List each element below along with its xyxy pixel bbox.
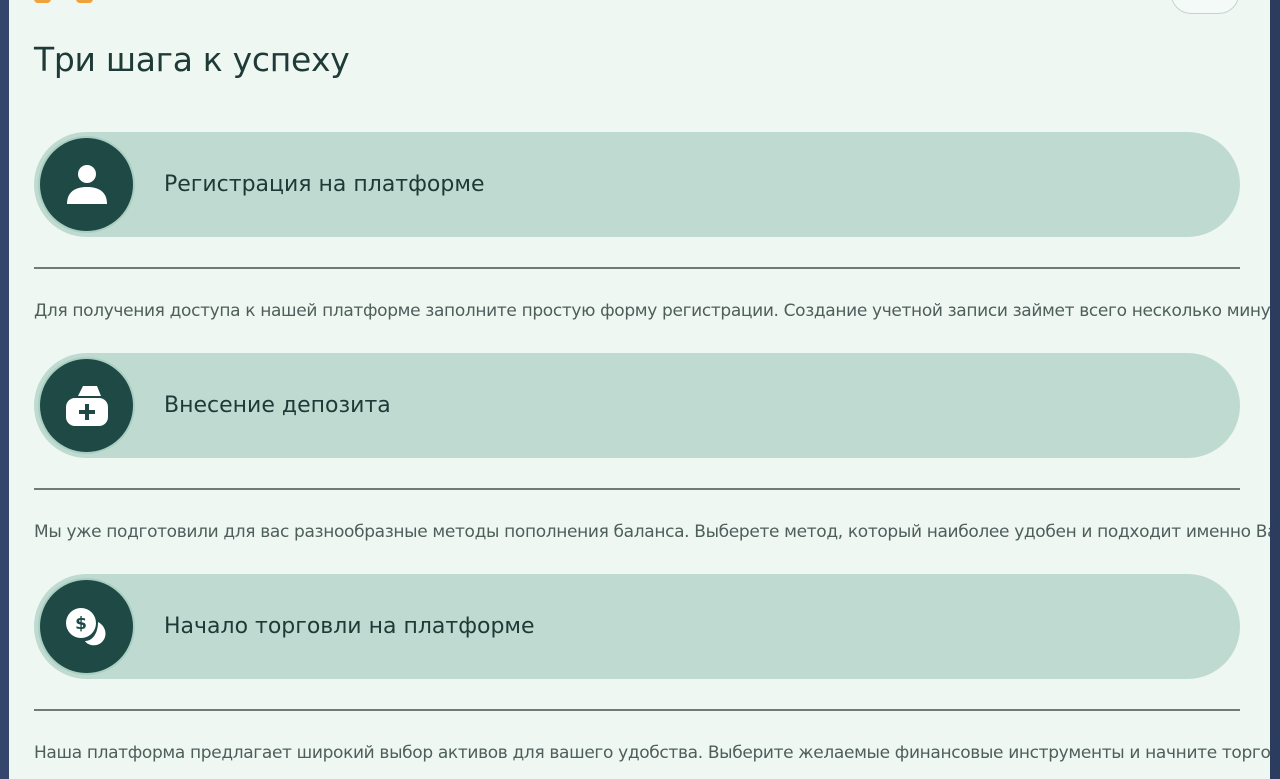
divider [34, 267, 1240, 269]
page-content: Три шага к успеху Регистрация на платфор… [9, 0, 1270, 779]
section-title: Три шага к успеху [34, 40, 350, 79]
step-description: Мы уже подготовили для вас разнообразные… [34, 522, 1270, 542]
step-icon-badge: $ [36, 576, 137, 677]
window-frame-left [0, 0, 9, 779]
header-pill-button[interactable] [1171, 0, 1239, 14]
step-label: Внесение депозита [164, 393, 391, 418]
step-icon-badge [36, 134, 137, 235]
divider [34, 709, 1240, 711]
step-trading: $ Начало торговли на платформе [34, 574, 1240, 679]
step-registration: Регистрация на платформе [34, 132, 1240, 237]
step-description: Наша платформа предлагает широкий выбор … [34, 743, 1270, 763]
user-icon [67, 165, 107, 204]
wallet-plus-icon [66, 386, 108, 426]
divider [34, 488, 1240, 490]
svg-text:$: $ [75, 614, 87, 634]
step-deposit: Внесение депозита [34, 353, 1240, 458]
coin-dollar-icon: $ [66, 608, 106, 646]
window-frame-right [1270, 0, 1280, 779]
step-label: Регистрация на платформе [164, 172, 485, 197]
step-label: Начало торговли на платформе [164, 614, 535, 639]
step-description: Для получения доступа к нашей платформе … [34, 301, 1270, 321]
logo-fragment [34, 0, 51, 3]
step-icon-badge [36, 355, 137, 456]
logo-fragment [76, 0, 93, 3]
